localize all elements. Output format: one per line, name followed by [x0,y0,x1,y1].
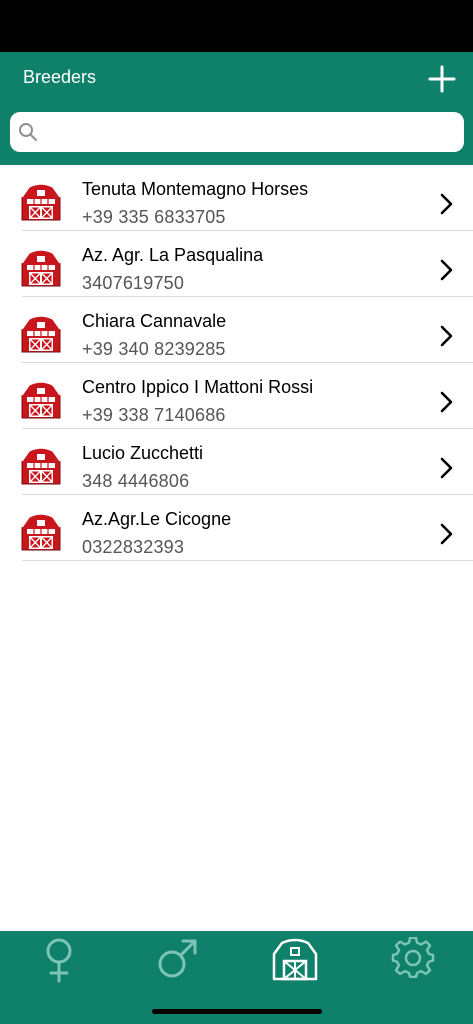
list-item[interactable]: Tenuta Montemagno Horses +39 335 6833705 [0,165,473,231]
list-item[interactable]: Az.Agr.Le Cicogne 0322832393 [0,495,473,561]
chevron-right-icon [439,193,453,215]
breeder-phone: +39 338 7140686 [82,405,226,425]
page-title: Breeders [23,67,97,87]
plus-icon [428,65,456,93]
breeder-phone: +39 335 6833705 [82,207,226,227]
male-icon [158,939,197,978]
barn-icon [20,446,62,486]
list-item[interactable]: Az. Agr. La Pasqualina 3407619750 [0,231,473,297]
tab-mares[interactable] [0,931,118,991]
list-item[interactable]: Centro Ippico I Mattoni Rossi +39 338 714… [0,363,473,429]
barn-icon [20,314,62,354]
add-breeder-button[interactable] [425,62,459,96]
tab-stallions[interactable] [118,931,236,991]
tab-breeders[interactable] [236,931,354,991]
chevron-right-icon [439,325,453,347]
breeder-phone: 3407619750 [82,273,185,293]
breeder-name: Tenuta Montemagno Horses [82,179,309,199]
breeder-list: Tenuta Montemagno Horses +39 335 6833705 A… [0,165,473,561]
chevron-right-icon [439,457,453,479]
search-bar[interactable] [10,112,464,154]
chevron-right-icon [439,523,453,545]
divider [22,560,473,561]
barn-icon [20,182,62,222]
chevron-right-icon [439,259,453,281]
search-input[interactable] [46,112,460,154]
status-bar [0,0,473,52]
breeder-name: Lucio Zucchetti [82,443,204,463]
barn-icon [20,380,62,420]
breeder-phone: 0322832393 [82,537,185,557]
barn-icon [20,248,62,288]
barn-icon [20,512,62,552]
breeder-phone: 348 4446806 [82,471,190,491]
breeder-name: Az.Agr.Le Cicogne [82,509,232,529]
nav-bar: Breeders [0,52,473,165]
search-icon [19,123,37,141]
breeder-name: Chiara Cannavale [82,311,227,331]
barn-icon [272,938,318,981]
breeder-phone: +39 340 8239285 [82,339,226,359]
chevron-right-icon [439,391,453,413]
list-item[interactable]: Chiara Cannavale +39 340 8239285 [0,297,473,363]
female-icon [46,938,72,983]
home-indicator [152,1009,322,1014]
list-item[interactable]: Lucio Zucchetti 348 4446806 [0,429,473,495]
gear-icon [391,937,435,978]
tab-settings[interactable] [354,931,472,991]
breeder-name: Az. Agr. La Pasqualina [82,245,264,265]
breeder-name: Centro Ippico I Mattoni Rossi [82,377,314,397]
